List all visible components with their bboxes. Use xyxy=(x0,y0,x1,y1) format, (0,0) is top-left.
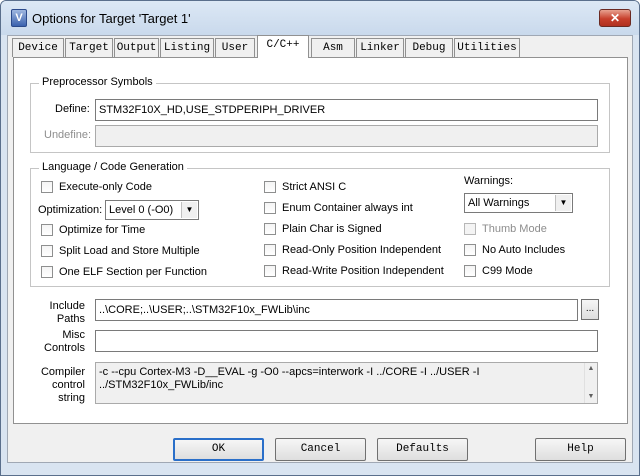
no-auto-includes-label: No Auto Includes xyxy=(482,244,566,256)
include-paths-input[interactable]: ..\CORE;..\USER;..\STM32F10x_FWLib\inc xyxy=(95,299,578,321)
compiler-control-string-label-line2: control xyxy=(51,379,85,391)
close-button[interactable]: ✕ xyxy=(599,9,631,27)
chevron-down-icon: ▼ xyxy=(181,202,197,218)
tab-listing[interactable]: Listing xyxy=(160,38,214,57)
include-paths-label-line2: Paths xyxy=(56,313,85,325)
read-write-position-independent-checkbox[interactable] xyxy=(264,265,276,277)
tab-device[interactable]: Device xyxy=(12,38,64,57)
execute-only-code-checkbox[interactable] xyxy=(41,181,53,193)
compiler-string-scrollbar[interactable]: ▲ ▼ xyxy=(584,363,597,403)
optimize-for-time-label: Optimize for Time xyxy=(59,224,146,236)
window-title: Options for Target 'Target 1' xyxy=(32,11,191,26)
misc-controls-label: Misc Controls xyxy=(31,329,85,355)
compiler-control-string-label-line3: string xyxy=(58,392,85,404)
preprocessor-symbols-title: Preprocessor Symbols xyxy=(39,76,156,88)
execute-only-code-label: Execute-only Code xyxy=(59,181,152,193)
split-load-store-label: Split Load and Store Multiple xyxy=(59,245,200,257)
defaults-button[interactable]: Defaults xyxy=(377,438,468,461)
misc-controls-label-line2: Controls xyxy=(44,342,85,354)
one-elf-section-checkbox[interactable] xyxy=(41,266,53,278)
c99-mode-checkbox[interactable] xyxy=(464,265,476,277)
tab-output[interactable]: Output xyxy=(114,38,159,57)
include-paths-label-line1: Include xyxy=(49,300,85,312)
misc-controls-label-line1: Misc xyxy=(62,329,85,341)
read-only-position-independent-label: Read-Only Position Independent xyxy=(282,244,441,256)
tab-user[interactable]: User xyxy=(215,38,255,57)
cancel-button[interactable]: Cancel xyxy=(275,438,366,461)
warnings-label: Warnings: xyxy=(464,175,514,187)
close-icon: ✕ xyxy=(609,11,621,25)
chevron-down-icon: ▼ xyxy=(555,195,571,211)
read-write-position-independent-label: Read-Write Position Independent xyxy=(282,265,444,277)
warnings-dropdown[interactable]: All Warnings ▼ xyxy=(464,193,573,213)
split-load-store-checkbox[interactable] xyxy=(41,245,53,257)
misc-controls-input[interactable] xyxy=(95,330,598,352)
no-auto-includes-checkbox[interactable] xyxy=(464,244,476,256)
strict-ansi-c-label: Strict ANSI C xyxy=(282,181,347,193)
tab-c-cpp[interactable]: C/C++ xyxy=(257,35,309,58)
enum-container-label: Enum Container always int xyxy=(282,202,413,214)
help-button[interactable]: Help xyxy=(535,438,626,461)
warnings-value: All Warnings xyxy=(468,197,530,209)
include-paths-browse-button[interactable]: ... xyxy=(581,299,599,320)
options-dialog-window: V Options for Target 'Target 1' ✕ Device… xyxy=(0,0,640,476)
read-only-position-independent-checkbox[interactable] xyxy=(264,244,276,256)
language-code-generation-title: Language / Code Generation xyxy=(39,161,187,173)
optimization-value: Level 0 (-O0) xyxy=(109,204,174,216)
undefine-input[interactable] xyxy=(95,125,598,147)
define-input[interactable]: STM32F10X_HD,USE_STDPERIPH_DRIVER xyxy=(95,99,598,121)
ok-button[interactable]: OK xyxy=(173,438,264,461)
define-label: Define: xyxy=(55,103,90,115)
thumb-mode-checkbox[interactable] xyxy=(464,223,476,235)
uvision-app-icon: V xyxy=(11,9,27,27)
compiler-control-string-label-line1: Compiler xyxy=(40,366,85,378)
optimization-dropdown[interactable]: Level 0 (-O0) ▼ xyxy=(105,200,199,220)
compiler-control-string-box[interactable]: -c --cpu Cortex-M3 -D__EVAL -g -O0 --apc… xyxy=(95,362,598,404)
plain-char-signed-label: Plain Char is Signed xyxy=(282,223,382,235)
compiler-control-string-text: -c --cpu Cortex-M3 -D__EVAL -g -O0 --apc… xyxy=(99,366,480,391)
tab-utilities[interactable]: Utilities xyxy=(454,38,520,57)
tab-linker[interactable]: Linker xyxy=(356,38,404,57)
title-bar[interactable]: V Options for Target 'Target 1' ✕ xyxy=(1,1,639,35)
scroll-up-icon[interactable]: ▲ xyxy=(585,363,597,375)
tab-asm[interactable]: Asm xyxy=(311,38,355,57)
one-elf-section-label: One ELF Section per Function xyxy=(59,266,207,278)
scroll-down-icon[interactable]: ▼ xyxy=(585,391,597,403)
undefine-label: Undefine: xyxy=(44,129,92,141)
optimize-for-time-checkbox[interactable] xyxy=(41,224,53,236)
tab-debug[interactable]: Debug xyxy=(405,38,453,57)
plain-char-signed-checkbox[interactable] xyxy=(264,223,276,235)
optimization-label: Optimization: xyxy=(38,204,103,216)
tab-target[interactable]: Target xyxy=(65,38,113,57)
thumb-mode-label: Thumb Mode xyxy=(482,223,547,235)
strict-ansi-c-checkbox[interactable] xyxy=(264,181,276,193)
c99-mode-label: C99 Mode xyxy=(482,265,533,277)
include-paths-label: Include Paths xyxy=(41,300,85,326)
compiler-control-string-label: Compiler control string xyxy=(31,366,85,405)
enum-container-checkbox[interactable] xyxy=(264,202,276,214)
